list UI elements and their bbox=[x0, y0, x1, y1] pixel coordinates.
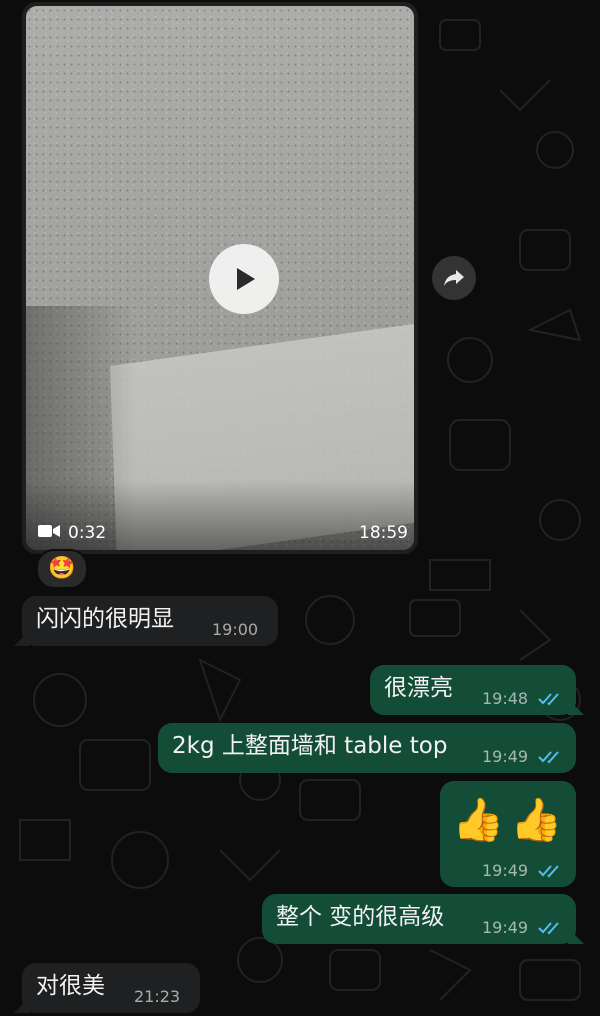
message-text: 闪闪的很明显 bbox=[36, 606, 174, 632]
message-time: 19:48 bbox=[482, 689, 529, 708]
video-timestamp: 18:59 bbox=[359, 523, 408, 543]
message-time: 19:49 bbox=[482, 918, 529, 937]
message-emoji: 👍👍 bbox=[452, 795, 569, 844]
play-icon[interactable] bbox=[209, 244, 279, 314]
video-camera-icon bbox=[38, 523, 60, 543]
reaction-badge[interactable]: 🤩 bbox=[36, 549, 88, 589]
message-bubble[interactable]: 整个 变的很高级 19:49 bbox=[262, 894, 576, 944]
message-time: 19:49 bbox=[482, 861, 529, 880]
message-bubble[interactable]: 对很美 21:23 bbox=[22, 963, 200, 1013]
read-receipt-icon bbox=[538, 751, 559, 764]
forward-arrow-icon[interactable] bbox=[432, 256, 476, 300]
message-time: 19:49 bbox=[482, 747, 529, 766]
reaction-emoji: 🤩 bbox=[48, 556, 76, 581]
message-bubble[interactable]: 闪闪的很明显 19:00 bbox=[22, 596, 278, 646]
message-text: 很漂亮 bbox=[384, 675, 453, 701]
message-time: 19:00 bbox=[212, 620, 259, 639]
message-time: 21:23 bbox=[134, 987, 181, 1006]
video-duration-text: 0:32 bbox=[68, 523, 107, 543]
read-receipt-icon bbox=[538, 693, 559, 706]
message-text: 整个 变的很高级 bbox=[276, 904, 445, 930]
read-receipt-icon bbox=[538, 922, 559, 935]
message-text: 2kg 上整面墙和 table top bbox=[172, 733, 448, 759]
message-bubble[interactable]: 2kg 上整面墙和 table top 19:49 bbox=[158, 723, 576, 773]
message-text: 对很美 bbox=[36, 973, 105, 999]
video-duration: 0:32 bbox=[38, 522, 106, 544]
video-message[interactable] bbox=[22, 2, 418, 554]
message-bubble[interactable]: 很漂亮 19:48 bbox=[370, 665, 576, 715]
message-bubble[interactable]: 👍👍 19:49 bbox=[440, 781, 576, 887]
read-receipt-icon bbox=[538, 865, 559, 878]
